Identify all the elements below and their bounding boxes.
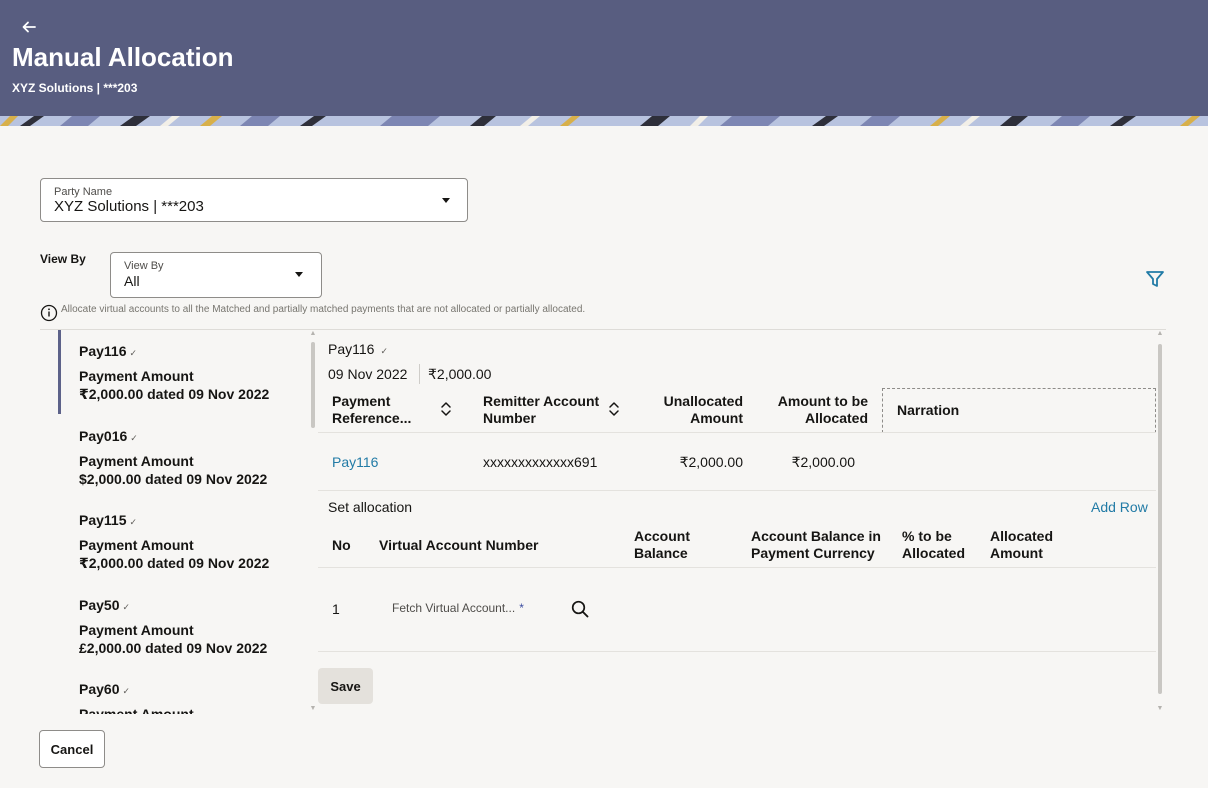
party-name-label: Party Name <box>54 186 113 198</box>
divider <box>318 651 1156 652</box>
sort-icon[interactable] <box>608 401 620 417</box>
payment-list-item[interactable]: Pay60 ✓ Payment Amount <box>40 668 306 714</box>
virtual-account-field[interactable]: Fetch Virtual Account... * <box>392 601 524 615</box>
payment-ref: Pay50 <box>79 597 120 613</box>
search-icon[interactable] <box>570 599 590 619</box>
required-marker: * <box>519 601 524 615</box>
payment-list-item[interactable]: Pay50 ✓ Payment Amount £2,000.00 dated 09… <box>40 584 306 664</box>
col-virtual-account-number: Virtual Account Number <box>379 537 539 553</box>
chevron-down-icon <box>442 198 450 203</box>
detail-scrollbar[interactable]: ▲ ▼ <box>1156 330 1164 714</box>
divider <box>318 490 1156 491</box>
view-by-select[interactable]: View By All <box>110 252 322 298</box>
payment-amount-label: Payment Amount <box>79 537 194 553</box>
header-pattern <box>0 116 1208 126</box>
scroll-up-icon[interactable]: ▲ <box>309 330 317 338</box>
check-icon: ✓ <box>130 433 138 443</box>
virtual-account-placeholder: Fetch Virtual Account... <box>392 601 516 615</box>
check-icon: ✓ <box>129 348 138 358</box>
divider <box>419 364 420 384</box>
payment-list: Pay116 ✓ Payment Amount ₹2,000.00 dated 0… <box>40 330 306 714</box>
scroll-down-icon[interactable]: ▼ <box>309 705 317 713</box>
payment-list-item[interactable]: Pay116 ✓ Payment Amount ₹2,000.00 dated 0… <box>40 330 306 414</box>
filter-icon[interactable] <box>1144 268 1166 290</box>
col-balance-in-payment-currency: Account Balance in Payment Currency <box>751 528 881 561</box>
set-allocation-title: Set allocation <box>328 499 413 515</box>
payment-amount-label: Payment Amount <box>79 368 194 384</box>
page-title: Manual Allocation <box>12 42 234 72</box>
col-remitter-account: Remitter Account Number <box>483 393 600 426</box>
payment-ref: Pay016 <box>79 428 128 444</box>
divider <box>318 567 1156 568</box>
payment-list-item[interactable]: Pay016 ✓ Payment Amount $2,000.00 dated 0… <box>40 415 306 495</box>
col-account-balance: Account Balance <box>634 528 690 561</box>
scroll-up-icon[interactable]: ▲ <box>1156 330 1164 338</box>
col-percent-to-be-allocated: % to be Allocated <box>902 528 966 561</box>
amount-to-be-allocated: ₹2,000.00 <box>791 454 855 470</box>
page-subtitle: XYZ Solutions | ***203 <box>12 81 138 95</box>
col-unallocated-amount: Unallocated Amount <box>663 393 743 426</box>
payment-ref: Pay116 <box>79 343 127 359</box>
save-button[interactable]: Save <box>318 668 373 704</box>
arrow-left-icon[interactable] <box>18 16 40 38</box>
check-icon: ✓ <box>122 602 131 612</box>
scroll-down-icon[interactable]: ▼ <box>1156 705 1164 713</box>
detail-payment-ref: Pay116 <box>328 341 375 357</box>
payment-amount-detail: ₹2,000.00 dated 09 Nov 2022 <box>79 386 270 402</box>
payment-reference-link[interactable]: Pay116 <box>332 454 378 470</box>
detail-amount: ₹2,000.00 <box>428 366 492 382</box>
payment-ref: Pay60 <box>79 681 120 697</box>
payment-amount-label: Payment Amount <box>79 453 194 469</box>
chevron-down-icon <box>295 272 303 277</box>
col-amount-to-be-allocated: Amount to be Allocated <box>777 393 868 426</box>
page-header: Manual Allocation XYZ Solutions | ***203 <box>0 0 1208 126</box>
payment-amount-label: Payment Amount <box>79 622 194 638</box>
col-no: No <box>332 537 351 553</box>
check-icon: ✓ <box>122 686 131 696</box>
view-by-label: View By <box>40 252 86 266</box>
payment-amount-detail: ₹2,000.00 dated 09 Nov 2022 <box>79 555 270 571</box>
cancel-button[interactable]: Cancel <box>39 730 105 768</box>
payment-ref: Pay115 <box>79 512 127 528</box>
allocation-row-no: 1 <box>332 601 340 617</box>
col-narration: Narration <box>882 388 1156 433</box>
payment-amount-label: Payment Amount <box>79 706 194 714</box>
col-allocated-amount: Allocated Amount <box>990 528 1054 561</box>
unallocated-amount: ₹2,000.00 <box>679 454 743 470</box>
check-icon: ✓ <box>380 346 388 356</box>
narration-header: Narration <box>897 402 960 418</box>
col-payment-reference: Payment Reference... <box>332 393 412 426</box>
sort-icon[interactable] <box>440 401 452 417</box>
payment-amount-detail: $2,000.00 dated 09 Nov 2022 <box>79 471 268 487</box>
party-name-select[interactable]: Party Name XYZ Solutions | ***203 <box>40 178 468 222</box>
divider <box>318 432 1156 433</box>
scrollbar-thumb[interactable] <box>311 342 315 428</box>
info-text: Allocate virtual accounts to all the Mat… <box>61 304 586 315</box>
scrollbar-thumb[interactable] <box>1158 344 1162 694</box>
detail-date: 09 Nov 2022 <box>328 366 408 382</box>
add-row-link[interactable]: Add Row <box>1091 499 1148 515</box>
payment-list-item[interactable]: Pay115 ✓ Payment Amount ₹2,000.00 dated 0… <box>40 499 306 579</box>
party-name-value: XYZ Solutions | ***203 <box>54 198 204 215</box>
view-by-field-label: View By <box>124 260 164 272</box>
info-icon <box>40 304 58 322</box>
check-icon: ✓ <box>129 517 138 527</box>
payment-amount-detail: £2,000.00 dated 09 Nov 2022 <box>79 640 268 656</box>
remitter-account-number: xxxxxxxxxxxxx691 <box>483 454 598 470</box>
view-by-value: All <box>124 273 140 289</box>
list-scrollbar[interactable]: ▲ ▼ <box>309 330 317 714</box>
